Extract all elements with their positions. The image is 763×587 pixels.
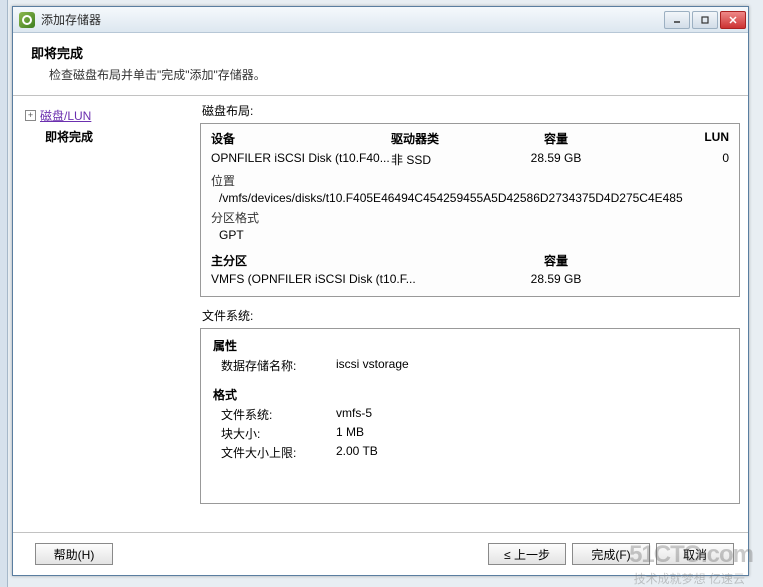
window-title: 添加存储器 [41,11,664,28]
expand-icon[interactable]: + [25,110,36,121]
fs-type-value: vmfs-5 [336,406,727,423]
disk-layout-box: 设备 驱动器类 容量 LUN OPNFILER iSCSI Disk (t10.… [200,123,740,297]
page-title: 即将完成 [31,43,730,62]
max-file-value: 2.00 TB [336,444,727,461]
sidebar-link-disk-lun[interactable]: 磁盘/LUN [40,107,91,124]
filesystem-box: 属性 数据存储名称: iscsi vstorage 格式 文件系统: vmfs-… [200,328,740,504]
main-content: 磁盘布局: 设备 驱动器类 容量 LUN OPNFILER iSCSI Disk… [200,100,740,528]
partition-col-name: 主分区 [211,252,481,269]
capacity-value: 28.59 GB [481,151,631,168]
lun-value: 0 [631,151,729,168]
cancel-button[interactable]: 取消 [656,543,734,565]
help-button[interactable]: 帮助(H) [35,543,113,565]
add-storage-window: 添加存储器 即将完成 检查磁盘布局并单击"完成"添加"存储器。 + 磁盘/LUN… [12,6,749,576]
partition-row: VMFS (OPNFILER iSCSI Disk (t10.F... 28.5… [211,272,729,286]
footer: 帮助(H) ≤ 上一步 完成(F) 取消 [13,532,748,575]
block-size-value: 1 MB [336,425,727,442]
sidebar-item-ready[interactable]: 即将完成 [25,127,192,146]
filesystem-label: 文件系统: [202,307,740,324]
col-driver-type: 驱动器类 [391,130,481,147]
disk-row: OPNFILER iSCSI Disk (t10.F40... 非 SSD 28… [211,151,729,168]
partition-capacity: 28.59 GB [481,272,631,286]
back-button[interactable]: ≤ 上一步 [488,543,566,565]
fs-type-label: 文件系统: [221,406,336,423]
driver-type-value: 非 SSD [391,151,481,168]
col-lun: LUN [631,130,729,147]
partition-col-capacity: 容量 [481,252,631,269]
app-icon [19,12,35,28]
header-panel: 即将完成 检查磁盘布局并单击"完成"添加"存储器。 [13,33,748,96]
max-file-label: 文件大小上限: [221,444,336,461]
page-subtitle: 检查磁盘布局并单击"完成"添加"存储器。 [31,66,730,83]
partition-format-value: GPT [211,228,729,242]
device-value: OPNFILER iSCSI Disk (t10.F40... [211,151,391,168]
wizard-sidebar: + 磁盘/LUN 即将完成 [21,100,196,528]
partition-name: VMFS (OPNFILER iSCSI Disk (t10.F... [211,272,481,286]
col-device: 设备 [211,130,391,147]
location-label: 位置 [211,172,729,189]
sidebar-item-label: 即将完成 [45,128,93,145]
maximize-button[interactable] [692,11,718,29]
location-value: /vmfs/devices/disks/t10.F405E46494C45425… [211,191,729,205]
format-head: 格式 [213,386,727,403]
partition-format-label: 分区格式 [211,209,729,226]
datastore-name-label: 数据存储名称: [221,357,336,374]
titlebar[interactable]: 添加存储器 [13,7,748,33]
sidebar-item-disk-lun[interactable]: + 磁盘/LUN [25,106,192,125]
close-button[interactable] [720,11,746,29]
finish-button[interactable]: 完成(F) [572,543,650,565]
datastore-name-value: iscsi vstorage [336,357,727,374]
col-capacity: 容量 [481,130,631,147]
disk-layout-label: 磁盘布局: [202,102,740,119]
block-size-label: 块大小: [221,425,336,442]
attributes-head: 属性 [213,337,727,354]
minimize-button[interactable] [664,11,690,29]
